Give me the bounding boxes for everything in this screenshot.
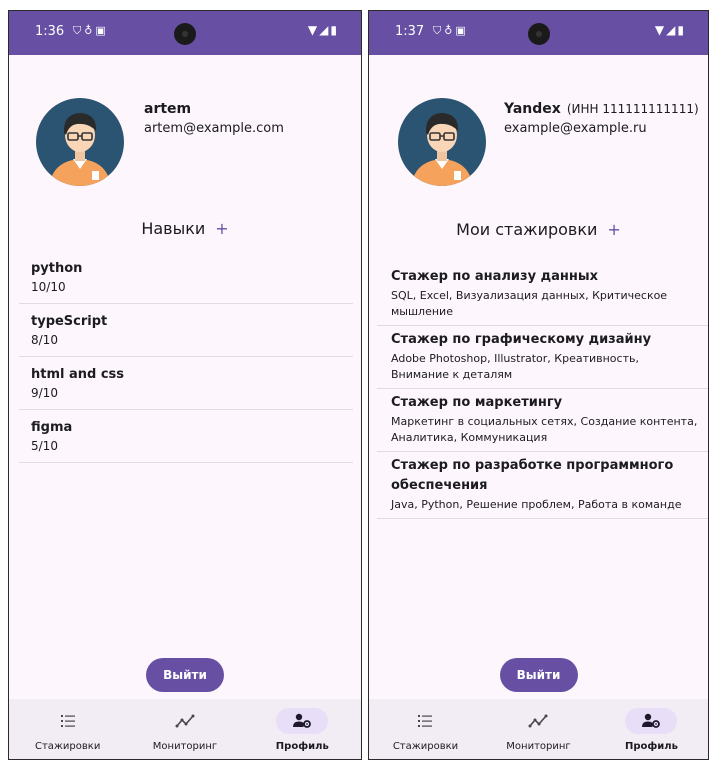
list-item[interactable]: Стажер по разработке программного обеспе…: [377, 452, 708, 519]
nav-label: Мониторинг: [506, 741, 571, 752]
add-skill-button[interactable]: +: [215, 219, 228, 238]
add-internship-button[interactable]: +: [607, 220, 620, 239]
nav-label: Профиль: [275, 741, 329, 752]
list-item[interactable]: figma 5/10: [19, 410, 353, 463]
profile-settings-icon: [642, 713, 661, 728]
list-item[interactable]: Стажер по графическому дизайну Adobe Pho…: [377, 326, 708, 389]
wifi-icon: ▼: [307, 23, 320, 37]
nav-icon-container: [42, 708, 94, 734]
internships-list: Стажер по анализу данных SQL, Excel, Виз…: [377, 263, 708, 519]
profile-settings-icon: [293, 713, 312, 728]
nav-item-monitoring[interactable]: Мониторинг: [126, 699, 243, 759]
logout-button[interactable]: Выйти: [499, 658, 578, 692]
image-icon: ▣: [455, 24, 469, 37]
status-system-icons: ▼◢▮: [308, 23, 339, 37]
internship-title: Стажер по графическому дизайну: [391, 332, 652, 347]
internship-skills: Adobe Photoshop, Illustrator, Креативнос…: [391, 352, 639, 381]
skill-level: 8/10: [31, 333, 58, 347]
mic-icon: ♁: [444, 24, 456, 37]
skill-name: python: [31, 261, 83, 276]
signal-icon: ◢: [319, 23, 331, 37]
company-name: Yandex: [504, 101, 561, 117]
camera-cutout: [527, 23, 550, 45]
battery-icon: ▮: [677, 23, 686, 37]
nav-label: Мониторинг: [152, 741, 218, 752]
internship-title: Стажер по маркетингу: [391, 395, 563, 410]
nav-label: Стажировки: [34, 741, 101, 752]
status-bar: 1:37 ⛉♁▣ ▼◢▮: [369, 11, 708, 55]
nav-icon-container: [399, 708, 451, 734]
profile-email: artem@example.com: [144, 121, 284, 136]
nav-icon-container: [625, 708, 678, 734]
list-item[interactable]: python 10/10: [19, 251, 353, 304]
section-title: Мои стажировки: [456, 220, 598, 239]
bottom-navigation: Стажировки Мониторинг Профиль: [9, 699, 361, 759]
shield-icon: ⛉: [73, 24, 85, 37]
nav-item-profile[interactable]: Профиль: [244, 699, 361, 759]
phone-screen-internships: 1:37 ⛉♁▣ ▼◢▮ Yandex (ИНН 111111111111) ex…: [368, 10, 709, 760]
signal-icon: ◢: [666, 23, 678, 37]
company-name-row: Yandex (ИНН 111111111111): [504, 101, 699, 117]
avatar: [398, 98, 486, 186]
nav-icon-container: [512, 708, 564, 734]
internship-title: Стажер по разработке программного обеспе…: [391, 458, 674, 493]
avatar: [36, 98, 124, 186]
nav-item-internships[interactable]: Стажировки: [369, 699, 482, 759]
nav-item-monitoring[interactable]: Мониторинг: [482, 699, 595, 759]
list-item[interactable]: Стажер по маркетингу Маркетинг в социаль…: [377, 389, 708, 452]
status-bar: 1:36 ⛉♁▣ ▼◢▮: [9, 11, 361, 55]
nav-label: Профиль: [624, 741, 678, 752]
nav-item-internships[interactable]: Стажировки: [9, 699, 126, 759]
camera-cutout: [174, 23, 196, 45]
nav-label: Стажировки: [392, 741, 459, 752]
phone-screen-skills: 1:36 ⛉♁▣ ▼◢▮ artem artem@example.com Нав…: [8, 10, 362, 760]
logout-button[interactable]: Выйти: [146, 658, 224, 692]
section-title: Навыки: [141, 219, 206, 238]
internship-title: Стажер по анализу данных: [391, 269, 598, 284]
company-inn: (ИНН 111111111111): [566, 102, 699, 116]
skills-list: python 10/10 typeScript 8/10 html and cs…: [19, 251, 353, 463]
nav-icon-container: [159, 708, 211, 734]
status-time: 1:36: [35, 24, 65, 39]
section-header: Навыки +: [9, 219, 361, 238]
wifi-icon: ▼: [654, 23, 667, 37]
skill-name: html and css: [31, 367, 125, 382]
internship-skills: Java, Python, Решение проблем, Работа в …: [391, 498, 682, 511]
bottom-navigation: Стажировки Мониторинг Профиль: [369, 699, 708, 759]
skill-level: 10/10: [31, 280, 66, 294]
battery-icon: ▮: [330, 23, 339, 37]
nav-item-profile[interactable]: Профиль: [595, 699, 708, 759]
image-icon: ▣: [95, 24, 109, 37]
profile-email: example@example.ru: [504, 121, 647, 136]
internship-skills: Маркетинг в социальных сетях, Создание к…: [391, 415, 698, 444]
list-icon: [60, 715, 75, 727]
status-system-icons: ▼◢▮: [655, 23, 686, 37]
section-header: Мои стажировки +: [369, 220, 708, 239]
status-notification-icons: ⛉♁▣: [433, 24, 469, 38]
status-notification-icons: ⛉♁▣: [73, 24, 109, 38]
status-time: 1:37: [395, 24, 425, 39]
mic-icon: ♁: [84, 24, 96, 37]
profile-name: artem: [144, 101, 192, 117]
skill-name: typeScript: [31, 314, 108, 329]
list-icon: [418, 715, 433, 727]
skill-name: figma: [31, 420, 73, 435]
trend-icon: [175, 714, 195, 728]
skill-level: 5/10: [31, 439, 58, 453]
list-item[interactable]: Стажер по анализу данных SQL, Excel, Виз…: [377, 263, 708, 326]
list-item[interactable]: typeScript 8/10: [19, 304, 353, 357]
nav-icon-container: [276, 708, 329, 734]
skill-level: 9/10: [31, 386, 58, 400]
internship-skills: SQL, Excel, Визуализация данных, Критиче…: [391, 289, 668, 318]
trend-icon: [528, 714, 548, 728]
shield-icon: ⛉: [433, 24, 445, 37]
list-item[interactable]: html and css 9/10: [19, 357, 353, 410]
